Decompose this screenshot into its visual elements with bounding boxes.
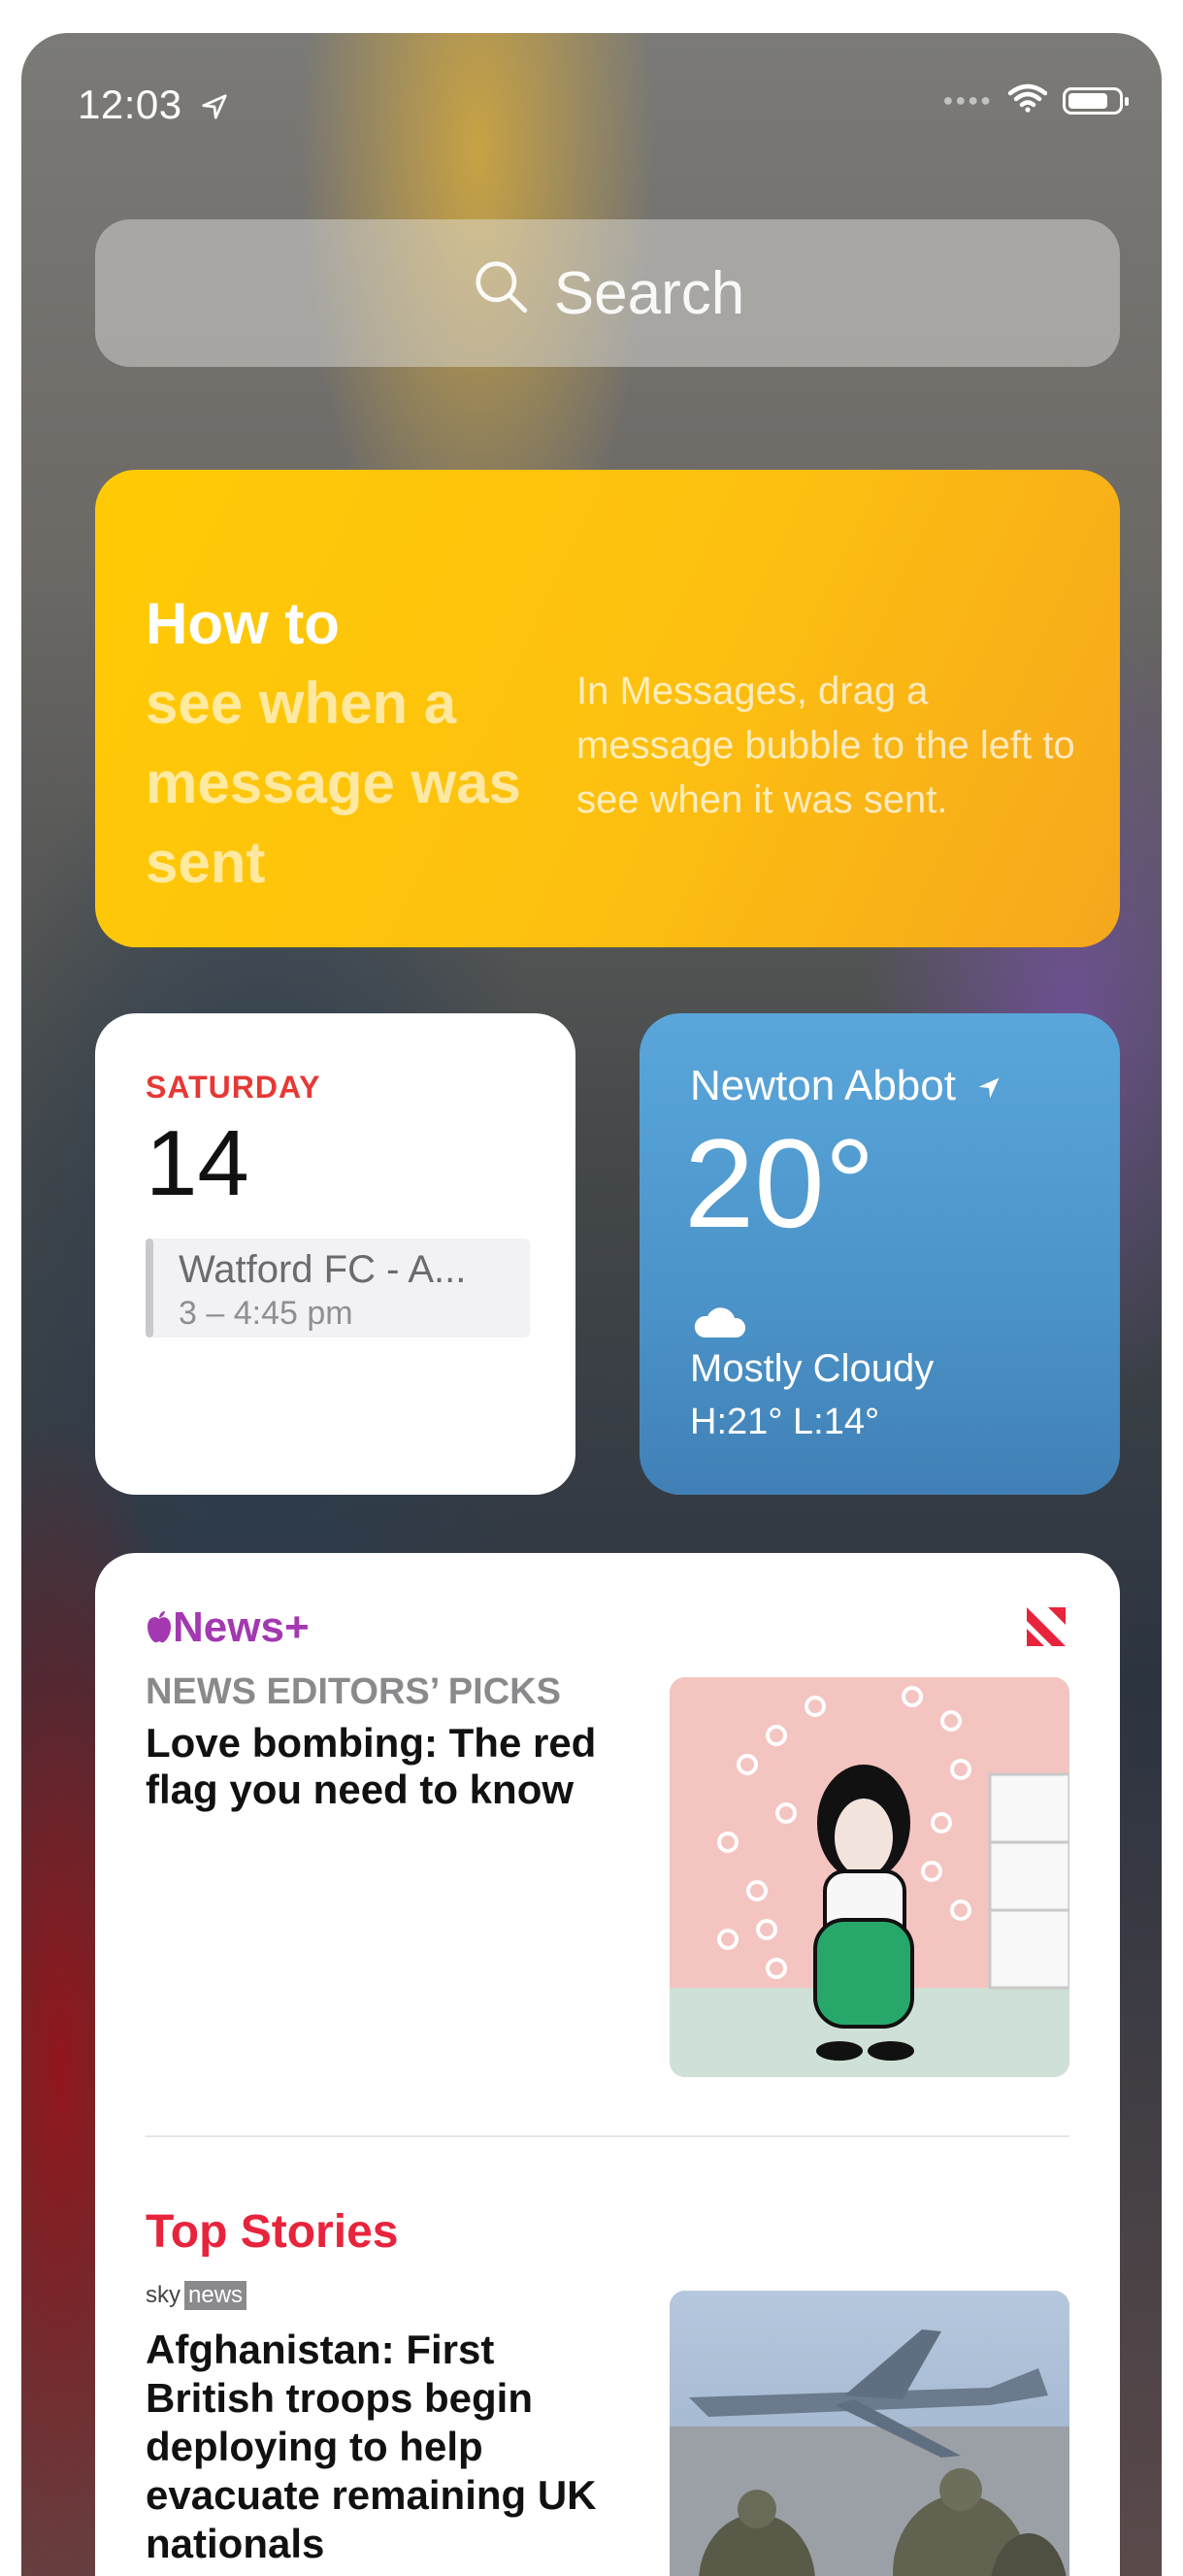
time-text: 12:03 <box>78 82 182 127</box>
event-color-bar <box>146 1238 153 1338</box>
calendar-date: 14 <box>146 1111 249 1215</box>
weather-condition: Mostly Cloudy <box>690 1347 935 1390</box>
news-widget[interactable]: News+ NEWS EDITORS’ PICKS Love bombing: … <box>95 1553 1120 2576</box>
calendar-day-name: SATURDAY <box>146 1070 321 1105</box>
event-name: Watford FC - A... <box>179 1248 467 1291</box>
tip-title: How to see when a message was sent <box>146 584 534 903</box>
top-stories-title[interactable]: Top Stories <box>146 2205 398 2259</box>
tips-widget[interactable]: How to see when a message was sent In Me… <box>95 470 1120 947</box>
tip-title-lead: How to <box>146 591 340 656</box>
status-bar: 12:03 ●●●● <box>21 33 1162 149</box>
weather-city: Newton Abbot <box>690 1062 1002 1112</box>
search-icon <box>471 256 531 331</box>
wifi-icon <box>1007 83 1048 117</box>
signal-dots-icon: ●●●● <box>942 90 993 110</box>
weather-high-low: H:21° L:14° <box>690 1402 880 1442</box>
battery-icon <box>1063 86 1129 115</box>
location-arrow-icon <box>975 1064 1002 1112</box>
search-placeholder: Search <box>553 259 745 327</box>
status-indicators: ●●●● <box>942 83 1129 117</box>
location-arrow-icon <box>200 84 229 131</box>
top-story-thumbnail[interactable] <box>670 2291 1069 2576</box>
event-time: 3 – 4:45 pm <box>179 1295 353 1332</box>
calendar-widget[interactable]: SATURDAY 14 Watford FC - A... 3 – 4:45 p… <box>95 1013 575 1495</box>
tip-body: In Messages, drag a message bubble to th… <box>576 670 1075 821</box>
weather-city-text: Newton Abbot <box>690 1062 956 1109</box>
weather-temperature: 20° <box>684 1112 875 1254</box>
news-brand: News+ <box>146 1603 310 1655</box>
divider <box>146 2135 1069 2137</box>
today-view: 12:03 ●●●● Search How to see when a mess… <box>21 33 1162 2576</box>
tip-title-rest: see when a message was sent <box>146 671 521 895</box>
news-brand-text: News+ <box>173 1603 310 1651</box>
status-time: 12:03 <box>78 82 229 131</box>
cloud-icon <box>690 1305 746 1344</box>
apple-news-icon <box>1023 1603 1069 1655</box>
search-field[interactable]: Search <box>95 219 1120 367</box>
weather-widget[interactable]: Newton Abbot 20° Mostly Cloudy H:21° L:1… <box>640 1013 1120 1495</box>
news-headline[interactable]: Love bombing: The red flag you need to k… <box>146 1720 611 1813</box>
apple-icon <box>146 1606 173 1655</box>
source-logo: sky news <box>146 2281 247 2310</box>
top-story-headline[interactable]: Afghanistan: First British troops begin … <box>146 2326 631 2568</box>
news-section-label: NEWS EDITORS’ PICKS <box>146 1671 561 1712</box>
source-part2: news <box>184 2281 247 2310</box>
calendar-event[interactable]: Watford FC - A... 3 – 4:45 pm <box>146 1238 530 1338</box>
article-thumbnail[interactable] <box>670 1677 1069 2077</box>
source-part1: sky <box>146 2282 181 2308</box>
